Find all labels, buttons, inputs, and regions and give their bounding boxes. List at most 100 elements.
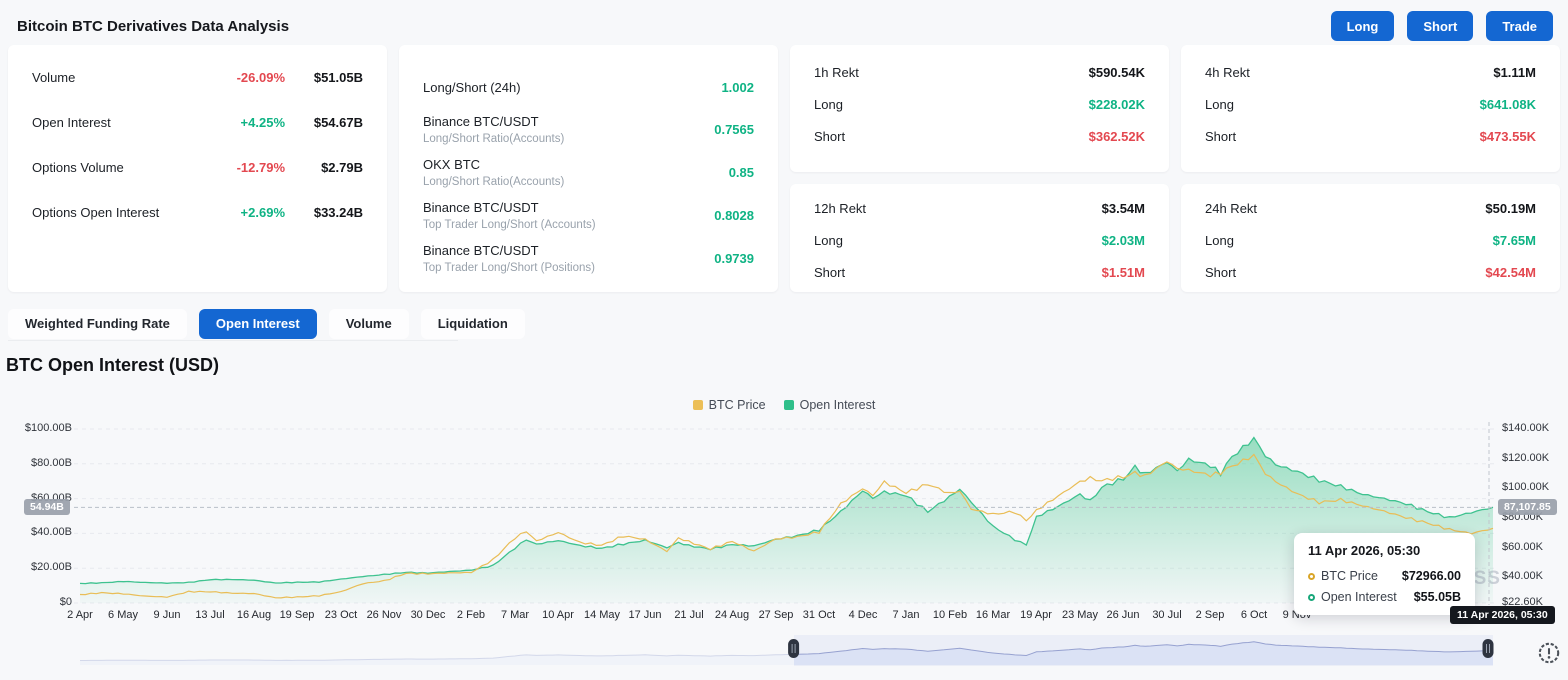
ratio-value: 0.85 xyxy=(729,165,754,180)
ratio-label: OKX BTC xyxy=(423,157,729,172)
rekt-long-label: Long xyxy=(814,97,1089,112)
legend-label: Open Interest xyxy=(800,398,876,412)
ratio-row-top-trader-positions: Binance BTC/USDT Top Trader Long/Short (… xyxy=(423,243,754,274)
stat-value: $51.05B xyxy=(285,70,363,85)
chart-title: BTC Open Interest (USD) xyxy=(6,355,219,376)
ratio-sublabel: Top Trader Long/Short (Accounts) xyxy=(423,219,714,231)
stat-row-open-interest: Open Interest +4.25% $54.67B xyxy=(32,112,363,132)
axis-tick-label: $0 xyxy=(20,596,72,608)
stat-value: $33.24B xyxy=(285,205,363,220)
stat-label: Open Interest xyxy=(32,115,193,130)
chart-tooltip: 11 Apr 2026, 05:30 BTC Price $72966.00 O… xyxy=(1294,533,1475,615)
rekt-card-1h: 1h Rekt$590.54K Long$228.02K Short$362.5… xyxy=(790,45,1169,172)
legend-item-btc-price[interactable]: BTC Price xyxy=(693,398,766,412)
rekt-short-value: $42.54M xyxy=(1485,265,1536,280)
stat-row-options-volume: Options Volume -12.79% $2.79B xyxy=(32,157,363,177)
tab-weighted-funding-rate[interactable]: Weighted Funding Rate xyxy=(8,309,187,339)
long-short-ratio-card: Long/Short (24h) 1.002 Binance BTC/USDT … xyxy=(399,45,778,292)
page-title: Bitcoin BTC Derivatives Data Analysis xyxy=(17,18,289,35)
long-button[interactable]: Long xyxy=(1331,11,1395,41)
open-interest-dot-icon xyxy=(1308,594,1315,601)
legend-item-open-interest[interactable]: Open Interest xyxy=(784,398,876,412)
ratio-value: 0.8028 xyxy=(714,208,754,223)
axis-tick-label: $140.00K xyxy=(1502,422,1562,434)
axis-tick-label: $120.00K xyxy=(1502,452,1562,464)
stat-value: $54.67B xyxy=(285,115,363,130)
ratio-value: 1.002 xyxy=(721,80,754,95)
tooltip-series-name: Open Interest xyxy=(1321,590,1397,604)
axis-tick-label: $100.00K xyxy=(1502,481,1562,493)
axis-tick-label: $20.00B xyxy=(20,561,72,573)
ratio-row-binance-accounts: Binance BTC/USDT Long/Short Ratio(Accoun… xyxy=(423,114,754,145)
stat-change: -12.79% xyxy=(193,160,285,175)
tooltip-date: 11 Apr 2026, 05:30 xyxy=(1308,543,1461,558)
rekt-total: $1.11M xyxy=(1493,65,1536,80)
nav-handle-left[interactable] xyxy=(788,639,799,658)
navigator-selected-range[interactable] xyxy=(794,635,1493,666)
axis-pointer-date-badge: 11 Apr 2026, 05:30 xyxy=(1450,606,1555,624)
legend-label: BTC Price xyxy=(709,398,766,412)
btc-price-swatch-icon xyxy=(693,400,703,410)
rekt-long-value: $228.02K xyxy=(1089,97,1145,112)
ratio-sublabel: Long/Short Ratio(Accounts) xyxy=(423,176,729,188)
rekt-long-value: $641.08K xyxy=(1480,97,1536,112)
rekt-short-label: Short xyxy=(814,129,1089,144)
axis-tick-label: $60.00K xyxy=(1502,541,1562,553)
stat-value: $2.79B xyxy=(285,160,363,175)
tab-open-interest[interactable]: Open Interest xyxy=(199,309,317,339)
tooltip-series-value: $72966.00 xyxy=(1402,569,1461,583)
derivatives-dashboard: Bitcoin BTC Derivatives Data Analysis Lo… xyxy=(0,0,1568,680)
ratio-row-24h: Long/Short (24h) 1.002 xyxy=(423,72,754,102)
rekt-short-label: Short xyxy=(1205,129,1480,144)
short-button[interactable]: Short xyxy=(1407,11,1473,41)
latest-open-interest-badge: 54.94B xyxy=(24,499,70,515)
rekt-card-4h: 4h Rekt$1.11M Long$641.08K Short$473.55K xyxy=(1181,45,1560,172)
rekt-title: 4h Rekt xyxy=(1205,65,1493,80)
market-stats-card: Volume -26.09% $51.05B Open Interest +4.… xyxy=(8,45,387,292)
axis-tick-label: $40.00K xyxy=(1502,570,1562,582)
tabs-divider xyxy=(8,340,458,341)
rekt-short-value: $362.52K xyxy=(1089,129,1145,144)
ratio-row-top-trader-accounts: Binance BTC/USDT Top Trader Long/Short (… xyxy=(423,200,754,231)
rekt-card-12h: 12h Rekt$3.54M Long$2.03M Short$1.51M xyxy=(790,184,1169,292)
chart-tabs: Weighted Funding Rate Open Interest Volu… xyxy=(8,309,525,339)
tooltip-series-name: BTC Price xyxy=(1321,569,1378,583)
rekt-card-24h: 24h Rekt$50.19M Long$7.65M Short$42.54M xyxy=(1181,184,1560,292)
stat-label: Volume xyxy=(32,70,193,85)
ratio-label: Binance BTC/USDT xyxy=(423,200,714,215)
stat-change: +2.69% xyxy=(193,205,285,220)
nav-handle-right[interactable] xyxy=(1483,639,1494,658)
tooltip-series-value: $55.05B xyxy=(1414,590,1461,604)
stat-change: +4.25% xyxy=(193,115,285,130)
chart-range-navigator[interactable] xyxy=(0,634,1568,670)
tooltip-row-open-interest: Open Interest $55.05B xyxy=(1308,590,1461,604)
rekt-title: 1h Rekt xyxy=(814,65,1089,80)
chart-legend: BTC Price Open Interest xyxy=(0,398,1568,412)
rekt-total: $590.54K xyxy=(1089,65,1145,80)
open-interest-swatch-icon xyxy=(784,400,794,410)
tab-liquidation[interactable]: Liquidation xyxy=(421,309,525,339)
ratio-row-okx-accounts: OKX BTC Long/Short Ratio(Accounts) 0.85 xyxy=(423,157,754,188)
rekt-long-value: $7.65M xyxy=(1493,233,1536,248)
rekt-total: $3.54M xyxy=(1102,201,1145,216)
ratio-label: Long/Short (24h) xyxy=(423,80,721,95)
rekt-long-label: Long xyxy=(1205,233,1493,248)
rekt-short-label: Short xyxy=(1205,265,1485,280)
ratio-value: 0.9739 xyxy=(714,251,754,266)
rekt-short-value: $1.51M xyxy=(1102,265,1145,280)
stat-label: Options Volume xyxy=(32,160,193,175)
stat-row-options-open-interest: Options Open Interest +2.69% $33.24B xyxy=(32,202,363,222)
stat-row-volume: Volume -26.09% $51.05B xyxy=(32,67,363,87)
open-interest-area xyxy=(80,438,1493,604)
btc-price-dot-icon xyxy=(1308,573,1315,580)
trade-button[interactable]: Trade xyxy=(1486,11,1553,41)
ratio-sublabel: Long/Short Ratio(Accounts) xyxy=(423,133,714,145)
ratio-label: Binance BTC/USDT xyxy=(423,114,714,129)
tab-volume[interactable]: Volume xyxy=(329,309,409,339)
rekt-long-label: Long xyxy=(1205,97,1480,112)
ratio-label: Binance BTC/USDT xyxy=(423,243,714,258)
ratio-sublabel: Top Trader Long/Short (Positions) xyxy=(423,262,714,274)
chart-settings-icon[interactable] xyxy=(1536,640,1562,666)
tooltip-row-btc-price: BTC Price $72966.00 xyxy=(1308,569,1461,583)
rekt-long-label: Long xyxy=(814,233,1102,248)
